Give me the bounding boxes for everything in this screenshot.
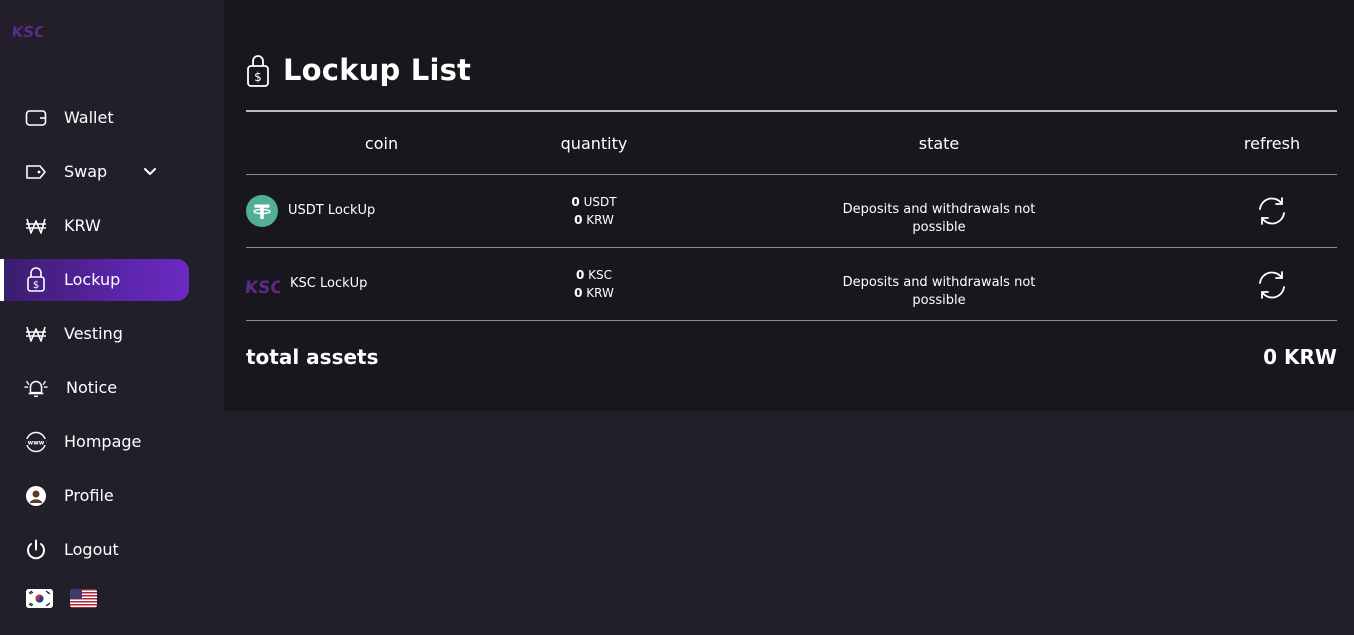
state-text: Deposits and withdrawals not possible (842, 202, 1036, 235)
page-title: Lockup List (283, 53, 472, 87)
total-assets-label: total assets (246, 345, 379, 369)
sidebar-item-vesting[interactable]: Vesting (0, 313, 189, 355)
won-icon (24, 323, 48, 345)
refresh-icon[interactable] (1255, 268, 1289, 302)
sidebar: KSC Wallet Swap KRW $ Lockup Vesting Not… (0, 0, 224, 635)
power-icon (24, 539, 48, 561)
svg-text:$: $ (33, 280, 39, 291)
sidebar-item-label: Vesting (64, 324, 123, 343)
sidebar-item-logout[interactable]: Logout (0, 529, 189, 571)
quantity-unit: KRW (586, 286, 614, 300)
column-header-state: state (918, 134, 960, 153)
quantity-value: 0 (574, 213, 583, 227)
sidebar-item-label: Wallet (64, 108, 114, 127)
quantity-cell: 0 USDT 0 KRW (534, 193, 654, 229)
svg-text:KSC: KSC (13, 23, 43, 41)
quantity-value: 0 (575, 268, 585, 282)
lock-dollar-icon: $ (247, 55, 269, 87)
row-divider (246, 247, 1337, 248)
page-header: $ Lockup List (246, 52, 471, 88)
svg-text:www: www (28, 440, 45, 447)
column-header-quantity: quantity (560, 134, 628, 153)
sidebar-item-krw[interactable]: KRW (0, 205, 189, 247)
ksc-logo-icon[interactable]: KSC (13, 15, 43, 45)
sidebar-item-label: Hompage (64, 432, 142, 451)
row-divider (246, 320, 1337, 321)
korean-flag-icon[interactable] (26, 589, 53, 608)
sidebar-item-profile[interactable]: Profile (0, 475, 189, 517)
tag-icon (24, 161, 48, 183)
sidebar-item-label: Swap (64, 162, 108, 181)
header-divider (246, 110, 1337, 112)
sidebar-item-wallet[interactable]: Wallet (0, 97, 189, 139)
language-switcher (26, 589, 97, 608)
quantity-value: 0 (571, 195, 580, 209)
svg-text:$: $ (254, 70, 262, 84)
coin-cell: USDT LockUp (246, 195, 375, 227)
chevron-down-icon[interactable] (142, 164, 158, 180)
coin-cell: KSC KSC LockUp (246, 268, 367, 300)
alarm-bell-icon (24, 377, 48, 399)
user-avatar-icon (24, 485, 48, 507)
sidebar-item-label: Notice (66, 378, 118, 397)
sidebar-item-lockup[interactable]: $ Lockup (0, 259, 189, 301)
column-header-coin: coin (364, 134, 399, 153)
lock-dollar-icon: $ (24, 267, 48, 292)
tether-icon (246, 195, 278, 227)
sidebar-item-swap[interactable]: Swap (0, 151, 189, 193)
sidebar-item-label: KRW (64, 216, 101, 235)
column-header-refresh: refresh (1243, 134, 1301, 153)
refresh-icon[interactable] (1255, 194, 1289, 228)
us-flag-icon[interactable] (70, 589, 97, 608)
wallet-icon (24, 107, 48, 129)
quantity-value: 0 (574, 286, 583, 300)
ksc-coin-icon: KSC (246, 278, 280, 298)
coin-name: KSC LockUp (290, 276, 368, 291)
total-assets-value: 0 KRW (1263, 345, 1337, 369)
state-text: Deposits and withdrawals not possible (842, 275, 1036, 308)
quantity-unit: KRW (586, 213, 614, 227)
sidebar-item-notice[interactable]: Notice (0, 367, 189, 409)
www-globe-icon: www (24, 431, 48, 453)
won-icon (24, 215, 48, 237)
sidebar-item-hompage[interactable]: www Hompage (0, 421, 189, 463)
row-divider (246, 174, 1337, 175)
sidebar-item-label: Logout (64, 540, 119, 559)
quantity-cell: 0 KSC 0 KRW (534, 266, 654, 302)
coin-name: USDT LockUp (288, 203, 376, 218)
sidebar-item-label: Profile (64, 486, 114, 505)
quantity-unit: USDT (583, 195, 617, 209)
svg-text:KSC: KSC (246, 278, 280, 298)
sidebar-item-label: Lockup (64, 270, 121, 289)
quantity-unit: KSC (588, 268, 613, 282)
lockup-panel: $ Lockup List coin quantity state refres… (224, 0, 1354, 411)
